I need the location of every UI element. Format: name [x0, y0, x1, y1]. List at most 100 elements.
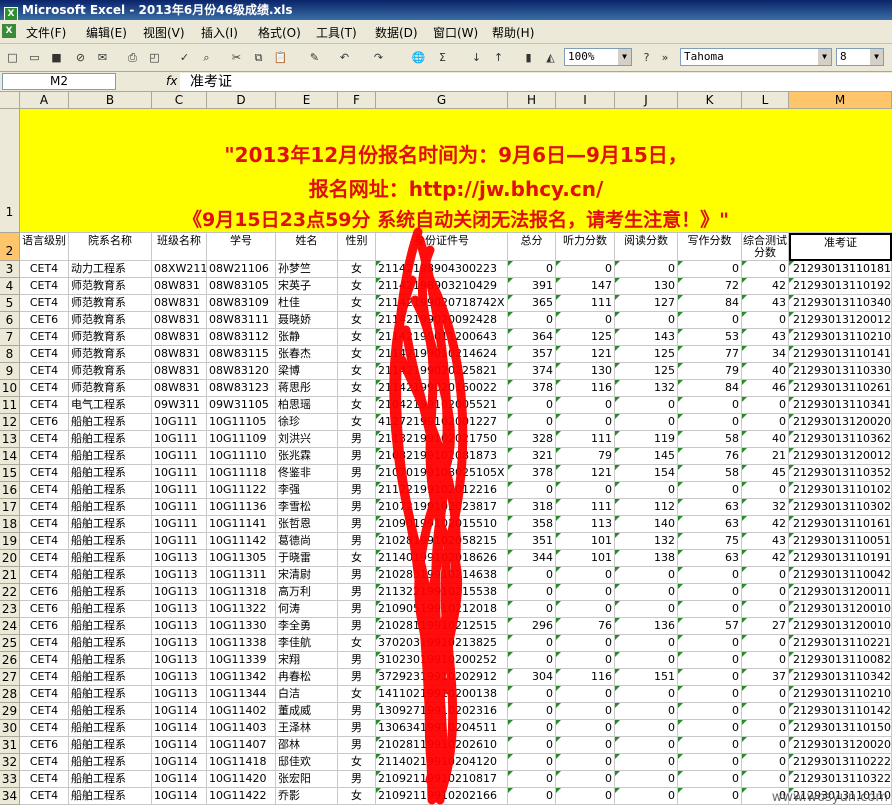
- table-cell[interactable]: 男: [338, 448, 376, 465]
- table-cell[interactable]: 0: [508, 584, 556, 601]
- table-cell[interactable]: 10G111: [152, 448, 207, 465]
- table-cell[interactable]: 李全勇: [276, 618, 338, 635]
- table-cell[interactable]: 女: [338, 363, 376, 380]
- table-cell[interactable]: 76: [678, 448, 742, 465]
- cut-icon[interactable]: ✂: [228, 49, 245, 66]
- table-cell[interactable]: 0: [742, 652, 789, 669]
- table-cell[interactable]: 10G113: [152, 584, 207, 601]
- table-cell[interactable]: 男: [338, 584, 376, 601]
- toolbar-options-icon[interactable]: »: [660, 49, 670, 66]
- table-cell[interactable]: 21132219910215538: [376, 584, 508, 601]
- table-cell[interactable]: 212930131101810: [789, 261, 892, 278]
- table-cell[interactable]: 船舶工程系: [69, 414, 152, 431]
- table-cell[interactable]: 21140199102018626: [376, 550, 508, 567]
- table-cell[interactable]: 212930131102228: [789, 754, 892, 771]
- table-cell[interactable]: 21090519910212018: [376, 601, 508, 618]
- table-cell[interactable]: 41272199102001227: [376, 414, 508, 431]
- row-header[interactable]: 18: [0, 516, 20, 533]
- column-header-l[interactable]: L: [742, 92, 789, 109]
- table-cell[interactable]: 0: [742, 703, 789, 720]
- table-cell[interactable]: 79: [556, 448, 615, 465]
- table-cell[interactable]: CET6: [20, 737, 69, 754]
- table-cell[interactable]: 21142199020160022: [376, 380, 508, 397]
- table-cell[interactable]: 21140219910204120: [376, 754, 508, 771]
- table-cell[interactable]: 0: [556, 686, 615, 703]
- table-cell[interactable]: 女: [338, 550, 376, 567]
- table-cell[interactable]: 140: [615, 516, 678, 533]
- table-cell[interactable]: 0: [742, 635, 789, 652]
- table-cell[interactable]: 0: [678, 703, 742, 720]
- table-cell[interactable]: 聂晓娇: [276, 312, 338, 329]
- table-cell[interactable]: 357: [508, 346, 556, 363]
- table-cell[interactable]: 李雪松: [276, 499, 338, 516]
- table-cell[interactable]: 男: [338, 771, 376, 788]
- table-cell[interactable]: 212930131200109: [789, 618, 892, 635]
- table-cell[interactable]: 0: [742, 312, 789, 329]
- table-cell[interactable]: 365: [508, 295, 556, 312]
- table-cell[interactable]: 女: [338, 380, 376, 397]
- table-cell[interactable]: 08W83111: [207, 312, 276, 329]
- table-cell[interactable]: CET4: [20, 635, 69, 652]
- table-cell[interactable]: 李佳航: [276, 635, 338, 652]
- print-preview-icon[interactable]: ◰: [146, 49, 163, 66]
- table-cell[interactable]: 杜佳: [276, 295, 338, 312]
- table-cell[interactable]: 08W831: [152, 346, 207, 363]
- table-cell[interactable]: 船舶工程系: [69, 720, 152, 737]
- table-cell[interactable]: 0: [508, 312, 556, 329]
- table-cell[interactable]: 船舶工程系: [69, 482, 152, 499]
- table-cell[interactable]: 0: [508, 414, 556, 431]
- table-cell[interactable]: 10G113: [152, 652, 207, 669]
- row-header[interactable]: 2: [0, 233, 20, 261]
- table-cell[interactable]: 男: [338, 533, 376, 550]
- table-cell[interactable]: 0: [508, 737, 556, 754]
- table-cell[interactable]: 0: [742, 584, 789, 601]
- menu-data[interactable]: 数据(D): [375, 24, 418, 41]
- table-cell[interactable]: 0: [678, 482, 742, 499]
- table-cell[interactable]: 高万利: [276, 584, 338, 601]
- table-cell[interactable]: 42: [742, 278, 789, 295]
- table-cell[interactable]: 女: [338, 278, 376, 295]
- table-cell[interactable]: 351: [508, 533, 556, 550]
- table-cell[interactable]: 10G11318: [207, 584, 276, 601]
- table-cell[interactable]: 318: [508, 499, 556, 516]
- table-header-cell[interactable]: 班级名称: [152, 233, 207, 261]
- table-cell[interactable]: 10G113: [152, 618, 207, 635]
- table-cell[interactable]: 10G11403: [207, 720, 276, 737]
- table-cell[interactable]: 0: [678, 261, 742, 278]
- table-cell[interactable]: 21142199020225821: [376, 363, 508, 380]
- table-cell[interactable]: 121: [556, 346, 615, 363]
- table-cell[interactable]: CET4: [20, 788, 69, 805]
- table-cell[interactable]: 125: [615, 363, 678, 380]
- table-cell[interactable]: 08W831: [152, 295, 207, 312]
- row-header[interactable]: 7: [0, 329, 20, 346]
- table-cell[interactable]: 0: [556, 771, 615, 788]
- spelling-icon[interactable]: ✓: [176, 49, 193, 66]
- table-cell[interactable]: 0: [508, 788, 556, 805]
- table-cell[interactable]: 女: [338, 397, 376, 414]
- table-cell[interactable]: 84: [678, 295, 742, 312]
- chevron-down-icon[interactable]: ▼: [870, 49, 883, 65]
- table-cell[interactable]: 0: [678, 720, 742, 737]
- table-cell[interactable]: 08W83105: [207, 278, 276, 295]
- autosum-icon[interactable]: Σ: [434, 49, 451, 66]
- table-cell[interactable]: 53: [678, 329, 742, 346]
- table-cell[interactable]: 男: [338, 516, 376, 533]
- table-cell[interactable]: 58: [678, 465, 742, 482]
- table-cell[interactable]: 0: [556, 482, 615, 499]
- table-cell[interactable]: 10G11311: [207, 567, 276, 584]
- menu-format[interactable]: 格式(O): [258, 24, 301, 41]
- table-cell[interactable]: 师范教育系: [69, 380, 152, 397]
- table-cell[interactable]: 08W831: [152, 278, 207, 295]
- table-cell[interactable]: 10G114: [152, 703, 207, 720]
- table-header-cell[interactable]: 院系名称: [69, 233, 152, 261]
- row-header[interactable]: 3: [0, 261, 20, 278]
- table-cell[interactable]: 10G11142: [207, 533, 276, 550]
- table-cell[interactable]: 0: [556, 567, 615, 584]
- table-cell[interactable]: 21090199102015510: [376, 516, 508, 533]
- table-header-cell[interactable]: 身份证件号: [376, 233, 508, 261]
- table-cell[interactable]: 张兆霖: [276, 448, 338, 465]
- table-cell[interactable]: 08W831: [152, 380, 207, 397]
- print-icon[interactable]: ⎙: [124, 49, 141, 66]
- menu-edit[interactable]: 编辑(E): [86, 24, 127, 41]
- table-cell[interactable]: 378: [508, 465, 556, 482]
